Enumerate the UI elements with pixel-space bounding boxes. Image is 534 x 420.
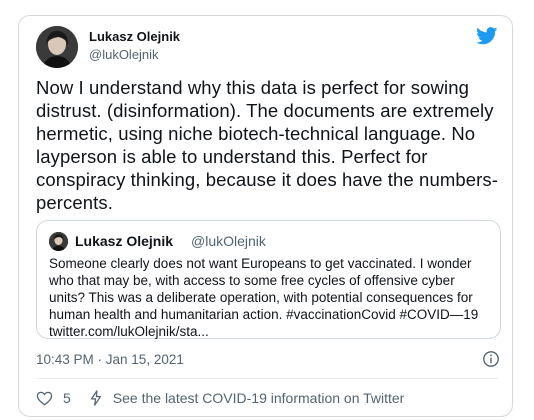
tweet-timestamp[interactable]: 10:43 PM · Jan 15, 2021 bbox=[36, 352, 184, 367]
info-icon[interactable] bbox=[482, 350, 500, 368]
tweet-text: Now I understand why this data is perfec… bbox=[36, 77, 498, 213]
heart-icon[interactable] bbox=[36, 390, 53, 406]
quoted-author-handle: @lukOlejnik bbox=[191, 233, 266, 249]
twitter-bird-icon[interactable] bbox=[476, 27, 498, 45]
author-handle[interactable]: @lukOlejnik bbox=[89, 47, 159, 62]
author-name[interactable]: Lukasz Olejnik bbox=[89, 29, 180, 44]
like-count[interactable]: 5 bbox=[63, 390, 71, 406]
quoted-tweet[interactable]: Lukasz Olejnik @lukOlejnik Someone clear… bbox=[36, 220, 501, 339]
divider bbox=[36, 378, 498, 379]
lightning-icon bbox=[90, 390, 101, 406]
covid-info-link[interactable]: See the latest COVID-19 information on T… bbox=[113, 390, 405, 406]
author-avatar[interactable] bbox=[36, 26, 78, 68]
tweet-card[interactable]: Lukasz Olejnik @lukOlejnik Now I underst… bbox=[18, 15, 513, 417]
quoted-author-name: Lukasz Olejnik bbox=[75, 233, 174, 249]
quoted-tweet-text: Someone clearly does not want Europeans … bbox=[49, 256, 479, 339]
quoted-author-avatar[interactable] bbox=[49, 232, 68, 251]
tweet-actions: 5 See the latest COVID-19 information on… bbox=[36, 388, 404, 408]
